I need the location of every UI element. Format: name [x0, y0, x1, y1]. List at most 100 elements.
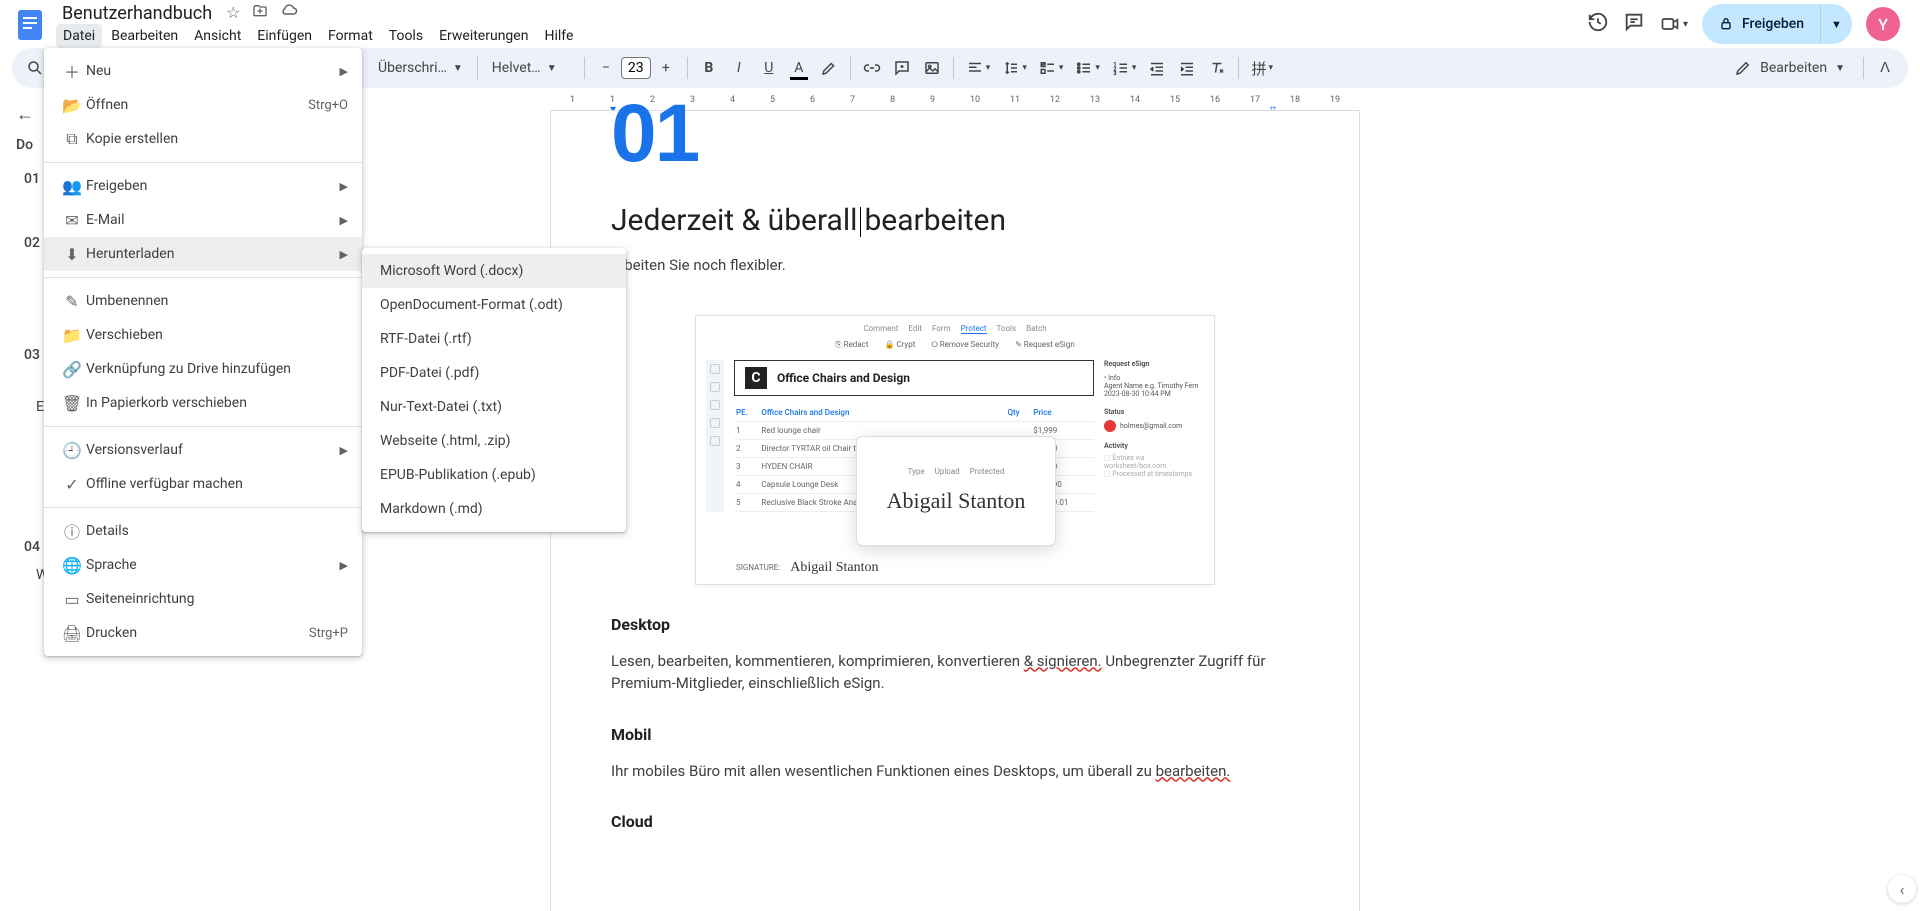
- menu-item-icon: ⧉: [58, 129, 86, 149]
- menu-item-label: Verknüpfung zu Drive hinzufügen: [86, 361, 348, 377]
- top-right-controls: ▾ Freigeben ▼ Y: [1587, 4, 1908, 44]
- move-icon[interactable]: [252, 3, 268, 23]
- paragraph-style-label: Überschri…: [378, 60, 447, 76]
- bulleted-list-button[interactable]: ▾: [1071, 54, 1104, 82]
- font-size-increase[interactable]: +: [653, 54, 679, 82]
- menu-item-verschieben[interactable]: 📁Verschieben: [44, 318, 362, 352]
- bold-button[interactable]: B: [696, 54, 722, 82]
- editing-mode-label: Bearbeiten: [1760, 60, 1827, 76]
- paragraph-mobil: Ihr mobiles Büro mit allen wesentlichen …: [611, 760, 1299, 783]
- svg-text:3: 3: [1113, 71, 1116, 77]
- explore-button[interactable]: ‹: [1888, 875, 1916, 903]
- menu-item-label: Seiteneinrichtung: [86, 591, 348, 607]
- menu-item-details[interactable]: ⓘDetails: [44, 514, 362, 548]
- insert-image-button[interactable]: [919, 54, 945, 82]
- align-button[interactable]: ▾: [962, 54, 995, 82]
- submenu-item[interactable]: Webseite (.html, .zip): [362, 424, 626, 458]
- menu-tools[interactable]: Tools: [382, 24, 430, 48]
- menu-einfügen[interactable]: Einfügen: [250, 24, 319, 48]
- submenu-item[interactable]: RTF-Datei (.rtf): [362, 322, 626, 356]
- numbered-list-button[interactable]: 123▾: [1108, 54, 1141, 82]
- editing-mode-button[interactable]: Bearbeiten ▼: [1724, 59, 1855, 77]
- menu-item-e-mail[interactable]: ✉E-Mail▶: [44, 203, 362, 237]
- submenu-arrow-icon: ▶: [340, 214, 348, 227]
- menu-item-icon: 🕘: [58, 441, 86, 460]
- submenu-item[interactable]: EPUB-Publikation (.epub): [362, 458, 626, 492]
- italic-button[interactable]: I: [726, 54, 752, 82]
- highlight-button[interactable]: [816, 54, 842, 82]
- menu-item-kopie-erstellen[interactable]: ⧉Kopie erstellen: [44, 122, 362, 156]
- checklist-button[interactable]: ▾: [1035, 54, 1068, 82]
- clear-formatting-button[interactable]: [1204, 54, 1230, 82]
- menu-item-offline-verfügbar-machen[interactable]: ✓Offline verfügbar machen: [44, 467, 362, 501]
- menu-datei[interactable]: Datei: [56, 24, 102, 48]
- share-dropdown[interactable]: ▼: [1820, 4, 1852, 44]
- history-icon[interactable]: [1587, 11, 1609, 38]
- text-color-button[interactable]: A: [786, 54, 812, 82]
- paragraph-style-dropdown[interactable]: Überschri…▼: [372, 60, 469, 76]
- font-family-dropdown[interactable]: Helvet…▼: [486, 60, 576, 76]
- menu-format[interactable]: Format: [321, 24, 380, 48]
- menu-item-herunterladen[interactable]: ⬇Herunterladen▶: [44, 237, 362, 271]
- cloud-status-icon[interactable]: [280, 3, 298, 23]
- font-size-decrease[interactable]: −: [593, 54, 619, 82]
- menu-item-freigeben[interactable]: 👥Freigeben▶: [44, 169, 362, 203]
- menu-item-shortcut: Strg+O: [308, 98, 348, 113]
- menu-item-icon: 🌐: [58, 556, 86, 575]
- submenu-arrow-icon: ▶: [340, 65, 348, 78]
- submenu-arrow-icon: ▶: [340, 444, 348, 457]
- submenu-item[interactable]: Microsoft Word (.docx): [362, 254, 626, 288]
- submenu-item[interactable]: Nur-Text-Datei (.txt): [362, 390, 626, 424]
- heading-1: Jederzeit & überallbearbeiten: [611, 203, 1299, 238]
- menu-item-öffnen[interactable]: 📂ÖffnenStrg+O: [44, 88, 362, 122]
- menu-item-label: E-Mail: [86, 212, 340, 228]
- paragraph: arbeiten Sie noch flexibler.: [611, 254, 1299, 277]
- menu-erweiterungen[interactable]: Erweiterungen: [432, 24, 535, 48]
- hide-menus-button[interactable]: ᐱ: [1872, 54, 1898, 82]
- menu-item-icon: ▭: [58, 590, 86, 609]
- menu-item-sprache[interactable]: 🌐Sprache▶: [44, 548, 362, 582]
- menu-item-seiteneinrichtung[interactable]: ▭Seiteneinrichtung: [44, 582, 362, 616]
- share-label: Freigeben: [1742, 16, 1804, 32]
- menu-item-label: Neu: [86, 63, 340, 79]
- submenu-item[interactable]: Markdown (.md): [362, 492, 626, 526]
- doc-title[interactable]: Benutzerhandbuch: [56, 1, 218, 26]
- menu-item-label: Drucken: [86, 625, 309, 641]
- heading-desktop: Desktop: [611, 615, 1299, 634]
- submenu-item[interactable]: PDF-Datei (.pdf): [362, 356, 626, 390]
- indent-increase-button[interactable]: [1174, 54, 1200, 82]
- meet-icon[interactable]: ▾: [1659, 14, 1688, 34]
- menu-item-umbenennen[interactable]: ✎Umbenennen: [44, 284, 362, 318]
- font-size-input[interactable]: [621, 57, 651, 79]
- account-avatar[interactable]: Y: [1866, 7, 1900, 41]
- star-icon[interactable]: ☆: [226, 3, 240, 23]
- menu-item-in-papierkorb-verschieben[interactable]: 🗑In Papierkorb verschieben: [44, 386, 362, 420]
- menu-item-neu[interactable]: ＋Neu▶: [44, 54, 362, 88]
- menu-hilfe[interactable]: Hilfe: [537, 24, 580, 48]
- menu-ansicht[interactable]: Ansicht: [187, 24, 248, 48]
- insert-link-button[interactable]: [859, 54, 885, 82]
- embedded-image[interactable]: CommentEditFormProtectToolsBatch ⎘ Redac…: [695, 315, 1215, 585]
- menu-item-versionsverlauf[interactable]: 🕘Versionsverlauf▶: [44, 433, 362, 467]
- submenu-item[interactable]: OpenDocument-Format (.odt): [362, 288, 626, 322]
- menu-bearbeiten[interactable]: Bearbeiten: [104, 24, 185, 48]
- line-spacing-button[interactable]: ▾: [998, 54, 1031, 82]
- menu-item-drucken[interactable]: 🖨DruckenStrg+P: [44, 616, 362, 650]
- menu-item-label: Umbenennen: [86, 293, 348, 309]
- insert-comment-button[interactable]: [889, 54, 915, 82]
- share-button[interactable]: Freigeben: [1702, 4, 1820, 44]
- download-submenu: Microsoft Word (.docx)OpenDocument-Forma…: [362, 248, 626, 532]
- menu-item-icon: 📂: [58, 96, 86, 115]
- document-page[interactable]: 01 Jederzeit & überallbearbeiten arbeite…: [550, 110, 1360, 911]
- docs-logo[interactable]: [12, 6, 48, 42]
- menu-item-icon: 👥: [58, 177, 86, 196]
- menu-item-label: Details: [86, 523, 348, 539]
- input-tools-button[interactable]: 拼▾: [1247, 54, 1277, 82]
- menu-item-label: Versionsverlauf: [86, 442, 340, 458]
- comments-icon[interactable]: [1623, 11, 1645, 38]
- menu-item-verknüpfung-zu-drive-hinzufügen[interactable]: 🔗Verknüpfung zu Drive hinzufügen: [44, 352, 362, 386]
- underline-button[interactable]: U: [756, 54, 782, 82]
- indent-decrease-button[interactable]: [1144, 54, 1170, 82]
- submenu-arrow-icon: ▶: [340, 559, 348, 572]
- menu-item-icon: ⓘ: [58, 519, 86, 543]
